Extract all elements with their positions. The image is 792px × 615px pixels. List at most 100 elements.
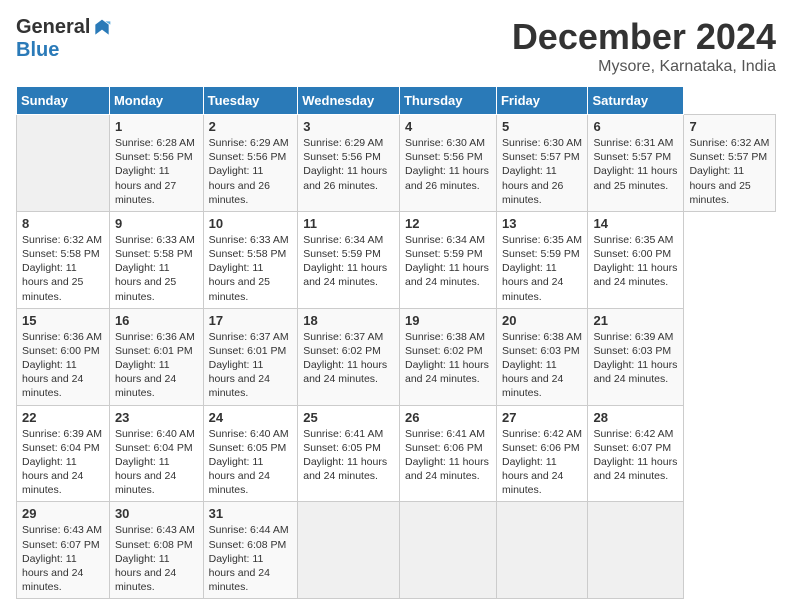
day-number: 24 [209,410,293,425]
calendar-header-sunday: Sunday [17,87,110,115]
calendar-header-saturday: Saturday [588,87,684,115]
day-number: 10 [209,216,293,231]
calendar-cell: 13 Sunrise: 6:35 AMSunset: 5:59 PMDayligh… [496,211,587,308]
subtitle: Mysore, Karnataka, India [512,58,776,76]
calendar-cell: 20Sunrise: 6:38 AMSunset: 6:03 PMDayligh… [496,308,587,405]
calendar-cell: 27 Sunrise: 6:42 AMSunset: 6:06 PMDayligh… [496,405,587,502]
calendar-table: SundayMondayTuesdayWednesdayThursdayFrid… [16,86,776,599]
calendar-cell: 4 Sunrise: 6:30 AMSunset: 5:56 PMDaylight… [399,115,496,212]
day-info: Sunrise: 6:29 AMSunset: 5:56 PMDaylight:… [209,136,293,207]
calendar-week-5: 29Sunrise: 6:43 AMSunset: 6:07 PMDayligh… [17,502,776,599]
day-number: 14 [593,216,678,231]
day-number: 25 [303,410,394,425]
day-number: 9 [115,216,198,231]
day-number: 2 [209,119,293,134]
day-number: 17 [209,313,293,328]
page-header: General Blue December 2024 Mysore, Karna… [16,16,776,76]
calendar-cell: 16 Sunrise: 6:36 AMSunset: 6:01 PMDayligh… [109,308,203,405]
day-number: 31 [209,506,293,521]
calendar-cell: 30Sunrise: 6:43 AMSunset: 6:08 PMDayligh… [109,502,203,599]
calendar-cell [17,115,110,212]
calendar-cell: 22Sunrise: 6:39 AMSunset: 6:04 PMDayligh… [17,405,110,502]
day-number: 1 [115,119,198,134]
day-number: 7 [689,119,770,134]
calendar-cell: 14Sunrise: 6:35 AMSunset: 6:00 PMDayligh… [588,211,684,308]
day-number: 26 [405,410,491,425]
day-info: Sunrise: 6:28 AMSunset: 5:56 PMDaylight:… [115,136,198,207]
day-info: Sunrise: 6:37 AMSunset: 6:02 PMDaylight:… [303,330,394,387]
calendar-cell: 2 Sunrise: 6:29 AMSunset: 5:56 PMDaylight… [203,115,298,212]
day-number: 28 [593,410,678,425]
title-section: December 2024 Mysore, Karnataka, India [512,16,776,76]
calendar-header-friday: Friday [496,87,587,115]
calendar-cell: 24 Sunrise: 6:40 AMSunset: 6:05 PMDayligh… [203,405,298,502]
calendar-cell: 31 Sunrise: 6:44 AMSunset: 6:08 PMDayligh… [203,502,298,599]
day-number: 15 [22,313,104,328]
calendar-cell: 25 Sunrise: 6:41 AMSunset: 6:05 PMDayligh… [298,405,400,502]
day-info: Sunrise: 6:41 AMSunset: 6:06 PMDaylight:… [405,427,491,484]
day-number: 6 [593,119,678,134]
day-info: Sunrise: 6:39 AMSunset: 6:03 PMDaylight:… [593,330,678,387]
calendar-week-1: 1 Sunrise: 6:28 AMSunset: 5:56 PMDaylight… [17,115,776,212]
calendar-week-2: 8 Sunrise: 6:32 AMSunset: 5:58 PMDaylight… [17,211,776,308]
calendar-cell: 3 Sunrise: 6:29 AMSunset: 5:56 PMDaylight… [298,115,400,212]
day-info: Sunrise: 6:42 AMSunset: 6:06 PMDaylight:… [502,427,582,498]
day-number: 8 [22,216,104,231]
day-info: Sunrise: 6:43 AMSunset: 6:07 PMDaylight:… [22,523,104,594]
day-number: 19 [405,313,491,328]
logo-general-text: General [16,16,90,39]
logo-blue-text: Blue [16,39,59,62]
day-info: Sunrise: 6:34 AMSunset: 5:59 PMDaylight:… [405,233,491,290]
calendar-cell [496,502,587,599]
day-number: 13 [502,216,582,231]
day-info: Sunrise: 6:40 AMSunset: 6:05 PMDaylight:… [209,427,293,498]
day-number: 11 [303,216,394,231]
calendar-header-wednesday: Wednesday [298,87,400,115]
day-info: Sunrise: 6:32 AMSunset: 5:57 PMDaylight:… [689,136,770,207]
calendar-week-4: 22Sunrise: 6:39 AMSunset: 6:04 PMDayligh… [17,405,776,502]
day-info: Sunrise: 6:34 AMSunset: 5:59 PMDaylight:… [303,233,394,290]
calendar-cell: 11 Sunrise: 6:34 AMSunset: 5:59 PMDayligh… [298,211,400,308]
day-info: Sunrise: 6:33 AMSunset: 5:58 PMDaylight:… [209,233,293,304]
day-info: Sunrise: 6:35 AMSunset: 5:59 PMDaylight:… [502,233,582,304]
calendar-cell: 8 Sunrise: 6:32 AMSunset: 5:58 PMDaylight… [17,211,110,308]
day-info: Sunrise: 6:30 AMSunset: 5:56 PMDaylight:… [405,136,491,193]
day-number: 4 [405,119,491,134]
calendar-header-monday: Monday [109,87,203,115]
calendar-cell [399,502,496,599]
calendar-cell: 18 Sunrise: 6:37 AMSunset: 6:02 PMDayligh… [298,308,400,405]
day-info: Sunrise: 6:36 AMSunset: 6:01 PMDaylight:… [115,330,198,401]
day-info: Sunrise: 6:38 AMSunset: 6:03 PMDaylight:… [502,330,582,401]
calendar-cell: 29Sunrise: 6:43 AMSunset: 6:07 PMDayligh… [17,502,110,599]
day-info: Sunrise: 6:30 AMSunset: 5:57 PMDaylight:… [502,136,582,207]
day-number: 16 [115,313,198,328]
calendar-header-thursday: Thursday [399,87,496,115]
calendar-cell: 19 Sunrise: 6:38 AMSunset: 6:02 PMDayligh… [399,308,496,405]
calendar-header-tuesday: Tuesday [203,87,298,115]
day-number: 12 [405,216,491,231]
day-number: 3 [303,119,394,134]
day-number: 21 [593,313,678,328]
calendar-header-row: SundayMondayTuesdayWednesdayThursdayFrid… [17,87,776,115]
logo-icon [92,18,112,38]
calendar-cell: 6Sunrise: 6:31 AMSunset: 5:57 PMDaylight… [588,115,684,212]
calendar-cell: 7 Sunrise: 6:32 AMSunset: 5:57 PMDaylight… [684,115,776,212]
calendar-cell: 17 Sunrise: 6:37 AMSunset: 6:01 PMDayligh… [203,308,298,405]
day-number: 27 [502,410,582,425]
calendar-cell: 28Sunrise: 6:42 AMSunset: 6:07 PMDayligh… [588,405,684,502]
calendar-cell: 10 Sunrise: 6:33 AMSunset: 5:58 PMDayligh… [203,211,298,308]
day-info: Sunrise: 6:38 AMSunset: 6:02 PMDaylight:… [405,330,491,387]
day-info: Sunrise: 6:40 AMSunset: 6:04 PMDaylight:… [115,427,198,498]
day-info: Sunrise: 6:41 AMSunset: 6:05 PMDaylight:… [303,427,394,484]
day-info: Sunrise: 6:44 AMSunset: 6:08 PMDaylight:… [209,523,293,594]
day-info: Sunrise: 6:37 AMSunset: 6:01 PMDaylight:… [209,330,293,401]
day-info: Sunrise: 6:29 AMSunset: 5:56 PMDaylight:… [303,136,394,193]
day-number: 18 [303,313,394,328]
calendar-week-3: 15Sunrise: 6:36 AMSunset: 6:00 PMDayligh… [17,308,776,405]
day-info: Sunrise: 6:33 AMSunset: 5:58 PMDaylight:… [115,233,198,304]
day-info: Sunrise: 6:32 AMSunset: 5:58 PMDaylight:… [22,233,104,304]
calendar-cell: 23Sunrise: 6:40 AMSunset: 6:04 PMDayligh… [109,405,203,502]
calendar-cell: 21 Sunrise: 6:39 AMSunset: 6:03 PMDayligh… [588,308,684,405]
calendar-cell: 12 Sunrise: 6:34 AMSunset: 5:59 PMDayligh… [399,211,496,308]
calendar-cell: 5Sunrise: 6:30 AMSunset: 5:57 PMDaylight… [496,115,587,212]
